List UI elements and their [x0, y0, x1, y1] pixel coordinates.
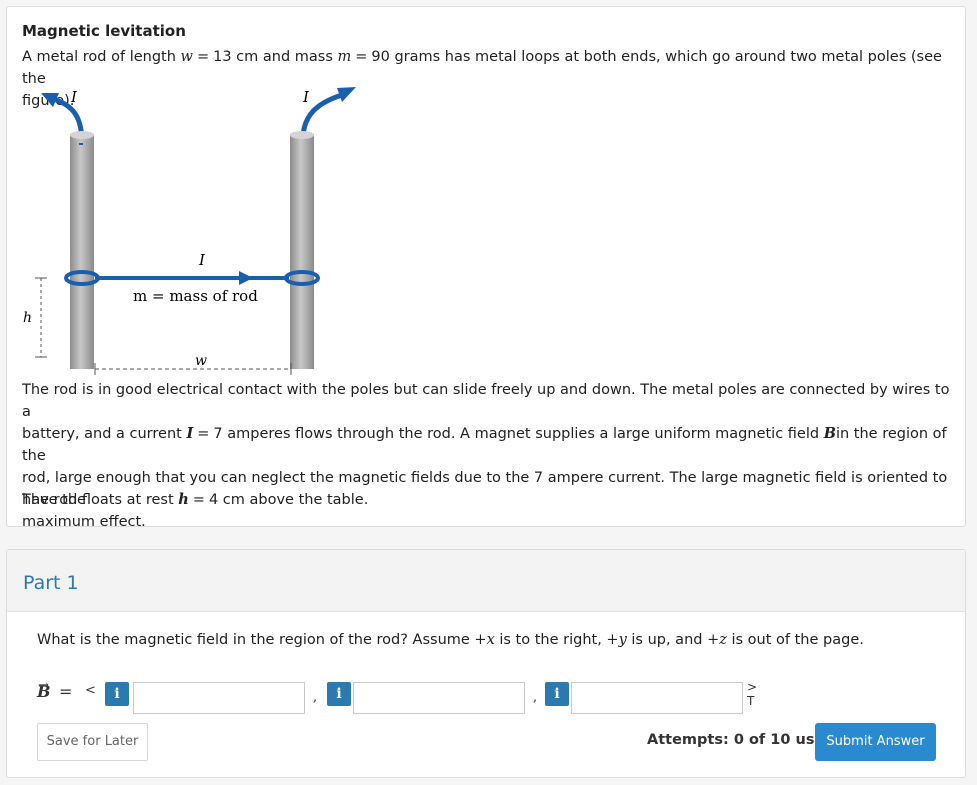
bx-input[interactable]	[133, 682, 305, 714]
question-text: What is the magnetic field in the region…	[37, 632, 864, 648]
open-bracket: <	[85, 683, 96, 698]
width-label: w	[195, 353, 207, 369]
current-label-left: I	[70, 88, 78, 106]
info-icon-z[interactable]: i	[545, 682, 569, 706]
bz-input[interactable]	[571, 682, 743, 714]
comma-1: ,	[313, 690, 318, 705]
close-bracket-unit: > T	[747, 680, 758, 708]
rest-height-text: The rod floats at rest h = 4 cm above the …	[22, 491, 369, 508]
width-dimension	[94, 363, 292, 375]
save-for-later-button[interactable]: Save for Later	[37, 723, 148, 761]
part-card: Part 1 What is the magnetic field in the…	[6, 549, 966, 778]
height-label: h	[23, 310, 32, 326]
rod-current-label: I	[198, 251, 206, 269]
part-title: Part 1	[23, 572, 79, 594]
vector-symbol: → B	[37, 678, 51, 701]
info-icon-x[interactable]: i	[105, 682, 129, 706]
height-dimension	[35, 277, 47, 358]
right-pole	[290, 131, 314, 369]
left-pole	[70, 131, 94, 369]
levitation-figure: I I I m = mass of rod h w	[23, 87, 356, 375]
rod	[64, 270, 320, 286]
part-header: Part 1	[7, 550, 965, 612]
problem-card: Magnetic levitation A metal rod of lengt…	[6, 6, 966, 530]
equals-sign: =	[59, 682, 73, 701]
right-wire	[300, 87, 356, 138]
info-icon-y[interactable]: i	[327, 682, 351, 706]
comma-2: ,	[533, 690, 538, 705]
mass-label: m = mass of rod	[133, 287, 258, 305]
submit-answer-button[interactable]: Submit Answer	[815, 723, 936, 761]
by-input[interactable]	[353, 682, 525, 714]
current-label-right: I	[302, 88, 310, 106]
attempts-counter: Attempts: 0 of 10 used	[647, 732, 835, 748]
